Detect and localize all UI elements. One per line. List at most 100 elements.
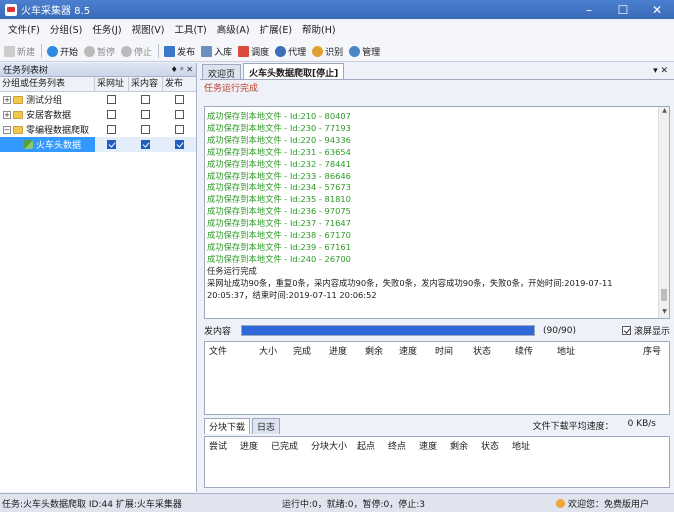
tab-chunk-download[interactable]: 分块下载 [204,418,251,434]
new-button[interactable]: 新建 [4,45,35,58]
tree-row[interactable]: + 安居客数据 [0,107,196,122]
download-column-header[interactable]: 速度 [395,344,431,357]
chunk-column-header[interactable]: 起点 [353,439,384,452]
tab-log[interactable]: 日志 [252,418,281,434]
collect-content-checkbox[interactable] [140,140,150,149]
tree-item-label: 火车头数据 [36,141,82,151]
menu-extend[interactable]: 扩展(E) [255,21,297,41]
start-button[interactable]: 开始 [47,45,78,58]
download-table[interactable]: 文件 大小 完成 进度 剩余 速度 时间 状态 续传 地址 序号 [204,341,670,415]
scroll-display-toggle[interactable]: 滚屏显示 [621,324,670,337]
publish-checkbox[interactable] [174,125,184,134]
chunk-table-header: 尝试 进度 已完成 分块大小 起点 终点 速度 剩余 状态 地址 [205,437,669,453]
log-line-success: 成功保存到本地文件 - Id:237 - 71647 [207,218,351,229]
collect-content-checkbox[interactable] [140,110,150,119]
scroll-thumb[interactable] [661,289,667,301]
download-column-header[interactable]: 剩余 [361,344,395,357]
publish-checkbox[interactable] [174,95,184,104]
chunk-column-header[interactable]: 已完成 [267,439,307,452]
download-column-header[interactable]: 大小 [255,344,289,357]
chunk-column-header[interactable]: 速度 [415,439,446,452]
collect-content-checkbox[interactable] [140,125,150,134]
chunk-table[interactable]: 尝试 进度 已完成 分块大小 起点 终点 速度 剩余 状态 地址 [204,436,670,488]
task-tree-columns: 分组或任务列表 采网址 采内容 发布 [0,77,196,92]
new-file-icon [4,45,15,57]
chunk-column-header[interactable]: 进度 [236,439,267,452]
chunk-column-header[interactable]: 地址 [508,439,548,452]
maximize-button[interactable]: ☐ [606,0,640,19]
publish-button[interactable]: 发布 [164,45,195,58]
menu-tools[interactable]: 工具(T) [169,21,211,41]
collect-url-checkbox[interactable] [106,95,116,104]
menu-group[interactable]: 分组(S) [45,21,87,41]
log-line-success: 成功保存到本地文件 - Id:238 - 67170 [207,230,351,241]
schedule-button[interactable]: 调度 [238,45,269,58]
collect-url-checkbox[interactable] [106,140,116,149]
tree-row[interactable]: − 零编程数据爬取 [0,122,196,137]
scroll-display-checkbox[interactable] [621,326,631,335]
close-button[interactable]: ✕ [640,0,674,19]
log-scrollbar[interactable]: ▲ ▼ [658,107,669,318]
column-publish[interactable]: 发布 [163,77,196,91]
stop-button[interactable]: 停止 [121,45,152,58]
status-bar: 任务:火车头数据爬取 ID:44 扩展:火车采集器 运行中:0，就绪:0，暂停:… [0,493,674,512]
import-button[interactable]: 入库 [201,45,232,58]
column-collect-content[interactable]: 采内容 [129,77,163,91]
expand-icon[interactable]: + [3,110,11,119]
download-column-header[interactable]: 时间 [431,344,469,357]
pause-button[interactable]: 暂停 [84,45,115,58]
tab-controls[interactable]: ▾ ✕ [653,66,668,76]
folder-icon [13,95,23,104]
scroll-down-icon[interactable]: ▼ [659,308,669,318]
recognize-button[interactable]: 识别 [312,45,343,58]
chunk-column-header[interactable]: 终点 [384,439,415,452]
collect-content-checkbox[interactable] [140,95,150,104]
menu-file[interactable]: 文件(F) [3,21,45,41]
progress-fill [242,326,535,335]
publish-checkbox[interactable] [174,110,184,119]
log-line-success: 成功保存到本地文件 - Id:210 - 80407 [207,111,351,121]
download-column-header[interactable]: 续传 [511,344,553,357]
chunk-column-header[interactable]: 尝试 [205,439,236,452]
tab-welcome[interactable]: 欢迎页 [202,64,242,80]
column-collect-url[interactable]: 采网址 [95,77,129,91]
tab-task[interactable]: 火车头数据爬取[停止] [243,63,345,79]
log-line-success: 成功保存到本地文件 - Id:220 - 94336 [207,134,351,145]
panel-controls[interactable]: ♦ ᵖ ✕ [171,65,196,74]
log-output[interactable]: 成功保存到本地文件 - Id:210 - 80407 成功保存到本地文件 - Id… [204,106,670,319]
task-tree-title: 任务列表树 [3,66,49,76]
manage-button[interactable]: 管理 [349,45,380,58]
recognize-icon [312,45,324,57]
chunk-column-header[interactable]: 剩余 [446,439,477,452]
menu-help[interactable]: 帮助(H) [297,21,341,41]
collect-url-checkbox[interactable] [106,110,116,119]
download-column-header[interactable]: 状态 [469,344,511,357]
expand-icon[interactable]: + [3,95,11,104]
tree-row-selected[interactable]: 火车头数据 [0,137,196,152]
collapse-icon[interactable]: − [3,125,11,134]
log-line-success: 成功保存到本地文件 - Id:230 - 77193 [207,122,351,133]
download-column-header[interactable]: 地址 [553,344,639,357]
download-column-header[interactable]: 序号 [639,344,669,357]
scroll-up-icon[interactable]: ▲ [659,107,669,117]
menu-advanced[interactable]: 高级(A) [212,21,255,41]
chunk-column-header[interactable]: 状态 [477,439,508,452]
chart-icon [238,45,250,57]
menu-task[interactable]: 任务(J) [87,21,126,41]
download-column-header[interactable]: 完成 [289,344,325,357]
menu-view[interactable]: 视图(V) [127,21,170,41]
column-name[interactable]: 分组或任务列表 [0,77,95,91]
status-task: 任务:火车头数据爬取 ID:44 扩展:火车采集器 [2,499,182,510]
chunk-column-header[interactable]: 分块大小 [307,439,353,452]
download-column-header[interactable]: 进度 [325,344,361,357]
minimize-button[interactable]: – [572,0,606,19]
folder-open-icon [13,125,23,134]
proxy-button[interactable]: 代理 [275,45,306,58]
publish-progress-row: 发内容 (90/90) 滚屏显示 [204,323,670,338]
progress-label: 发内容 [204,327,232,337]
download-column-header[interactable]: 文件 [205,344,255,357]
collect-url-checkbox[interactable] [106,125,116,134]
tree-item-label: 安居客数据 [26,111,72,121]
publish-checkbox[interactable] [174,140,184,149]
tree-row[interactable]: + 测试分组 [0,92,196,107]
